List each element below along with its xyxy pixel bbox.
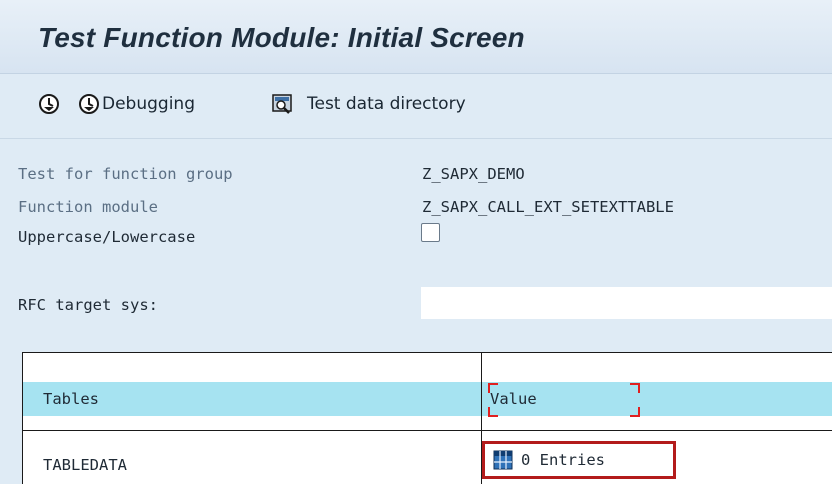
focus-marker <box>488 407 498 417</box>
test-data-directory-button[interactable]: Test data directory <box>271 93 466 115</box>
entries-label: 0 Entries <box>521 451 605 469</box>
table-row-name: TABLEDATA <box>43 456 127 474</box>
table-header-row <box>23 382 832 416</box>
focus-marker <box>630 407 640 417</box>
function-module-value: Z_SAPX_CALL_EXT_SETEXTTABLE <box>422 198 674 216</box>
test-data-icon <box>272 94 292 114</box>
table-icon <box>493 450 513 470</box>
rfc-target-label: RFC target sys: <box>18 296 158 314</box>
function-group-label: Test for function group <box>18 165 233 183</box>
case-checkbox[interactable] <box>421 223 440 242</box>
debugging-button[interactable]: Debugging <box>78 93 195 115</box>
table-entries-button[interactable]: 0 Entries <box>482 441 676 479</box>
column-header-tables: Tables <box>43 390 99 408</box>
function-module-label: Function module <box>18 198 158 216</box>
focus-marker <box>488 383 498 393</box>
parameter-table: Tables Value TABLEDATA 0 Entries <box>22 352 832 484</box>
page-title: Test Function Module: Initial Screen <box>38 22 525 53</box>
title-bar: Test Function Module: Initial Screen <box>0 0 832 74</box>
execute-button[interactable] <box>38 93 60 115</box>
execute-icon <box>39 94 59 114</box>
application-toolbar: Debugging Test data directory <box>0 74 832 139</box>
focus-marker <box>630 383 640 393</box>
main-content: Test for function group Z_SAPX_DEMO Func… <box>0 139 832 484</box>
function-group-value: Z_SAPX_DEMO <box>422 165 525 183</box>
debugging-label: Debugging <box>102 94 195 114</box>
debug-execute-icon <box>79 94 99 114</box>
rfc-target-input[interactable] <box>421 287 832 319</box>
test-data-directory-label: Test data directory <box>307 94 466 114</box>
row-divider <box>23 430 832 431</box>
case-label: Uppercase/Lowercase <box>18 228 196 246</box>
